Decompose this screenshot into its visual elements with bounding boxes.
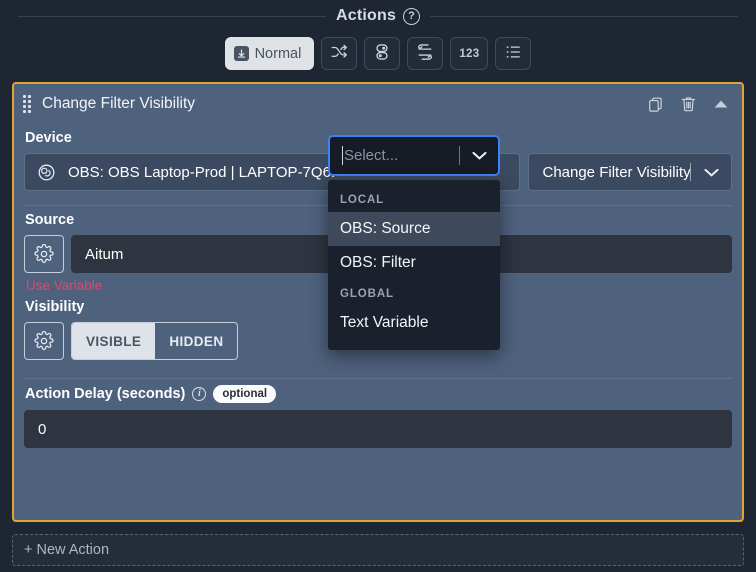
collapse-caret-up-icon[interactable]: [710, 93, 732, 115]
actions-section-header: Actions ?: [0, 2, 756, 30]
dropdown-item-obs-source[interactable]: OBS: Source: [328, 212, 500, 246]
toggle-switch-icon: [373, 43, 391, 64]
tool-number-button[interactable]: 123: [450, 37, 489, 70]
info-icon[interactable]: i: [192, 387, 207, 402]
trash-icon[interactable]: [677, 93, 699, 115]
tool-normal-button[interactable]: Normal: [224, 37, 315, 70]
variable-select-menu: LOCAL OBS: Source OBS: Filter GLOBAL Tex…: [328, 180, 500, 350]
variable-select-placeholder: Select...: [344, 147, 399, 164]
header-rule-left: [18, 15, 326, 17]
action-delay-label: Action Delay (seconds) i optional: [25, 385, 732, 404]
duplicate-icon[interactable]: [644, 93, 666, 115]
tool-normal-label: Normal: [254, 45, 302, 62]
tool-swap-button[interactable]: [407, 37, 444, 70]
action-delay-block: Action Delay (seconds) i optional 0: [14, 385, 742, 449]
gear-icon[interactable]: [24, 322, 64, 360]
shuffle-icon: [330, 43, 348, 64]
visibility-option-visible[interactable]: VISIBLE: [72, 323, 156, 359]
number-icon: 123: [459, 47, 480, 60]
divider-visibility-delay: [24, 378, 732, 379]
actions-toolbar: Normal 123: [0, 37, 756, 70]
dropdown-group-label-local: LOCAL: [340, 194, 385, 206]
visibility-option-hidden[interactable]: HIDDEN: [155, 323, 237, 359]
question-circle-icon[interactable]: ?: [403, 7, 421, 25]
chevron-down-icon[interactable]: [460, 150, 498, 161]
page-title: Actions: [335, 7, 397, 24]
action-delay-input[interactable]: 0: [24, 410, 732, 449]
optional-badge: optional: [213, 385, 277, 404]
header-title-group: Actions ?: [335, 7, 421, 25]
download-arrow-icon: [233, 46, 249, 61]
list-icon: [504, 43, 522, 64]
text-caret: [342, 146, 343, 165]
obs-logo-icon: [38, 164, 55, 181]
action-card-title: Change Filter Visibility: [42, 95, 196, 112]
action-card-header: Change Filter Visibility: [14, 84, 742, 124]
drag-dots-icon[interactable]: [23, 95, 33, 113]
action-card-header-icons: [644, 93, 732, 115]
device-action-select[interactable]: Change Filter Visibility: [528, 153, 732, 191]
visibility-segmented-control: VISIBLE HIDDEN: [71, 322, 239, 360]
variable-select-input-wrap[interactable]: Select...: [328, 135, 500, 176]
tool-toggle-button[interactable]: [364, 37, 401, 70]
header-rule-right: [430, 15, 739, 17]
tool-shuffle-button[interactable]: [321, 37, 358, 70]
variable-select-input[interactable]: Select...: [330, 146, 459, 165]
gear-icon[interactable]: [24, 235, 64, 273]
variable-select-dropdown: Select... LOCAL OBS: Source OBS: Filter …: [328, 135, 500, 350]
new-action-button[interactable]: + New Action: [12, 534, 744, 566]
swap-arrows-icon: [416, 43, 434, 64]
device-action-value: Change Filter Visibility: [542, 163, 690, 181]
dropdown-item-obs-filter[interactable]: OBS: Filter: [328, 246, 500, 280]
dropdown-group-label-global: GLOBAL: [340, 288, 394, 300]
chevron-down-icon[interactable]: [691, 167, 731, 178]
tool-list-button[interactable]: [495, 37, 532, 70]
dropdown-item-text-variable[interactable]: Text Variable: [328, 306, 500, 340]
